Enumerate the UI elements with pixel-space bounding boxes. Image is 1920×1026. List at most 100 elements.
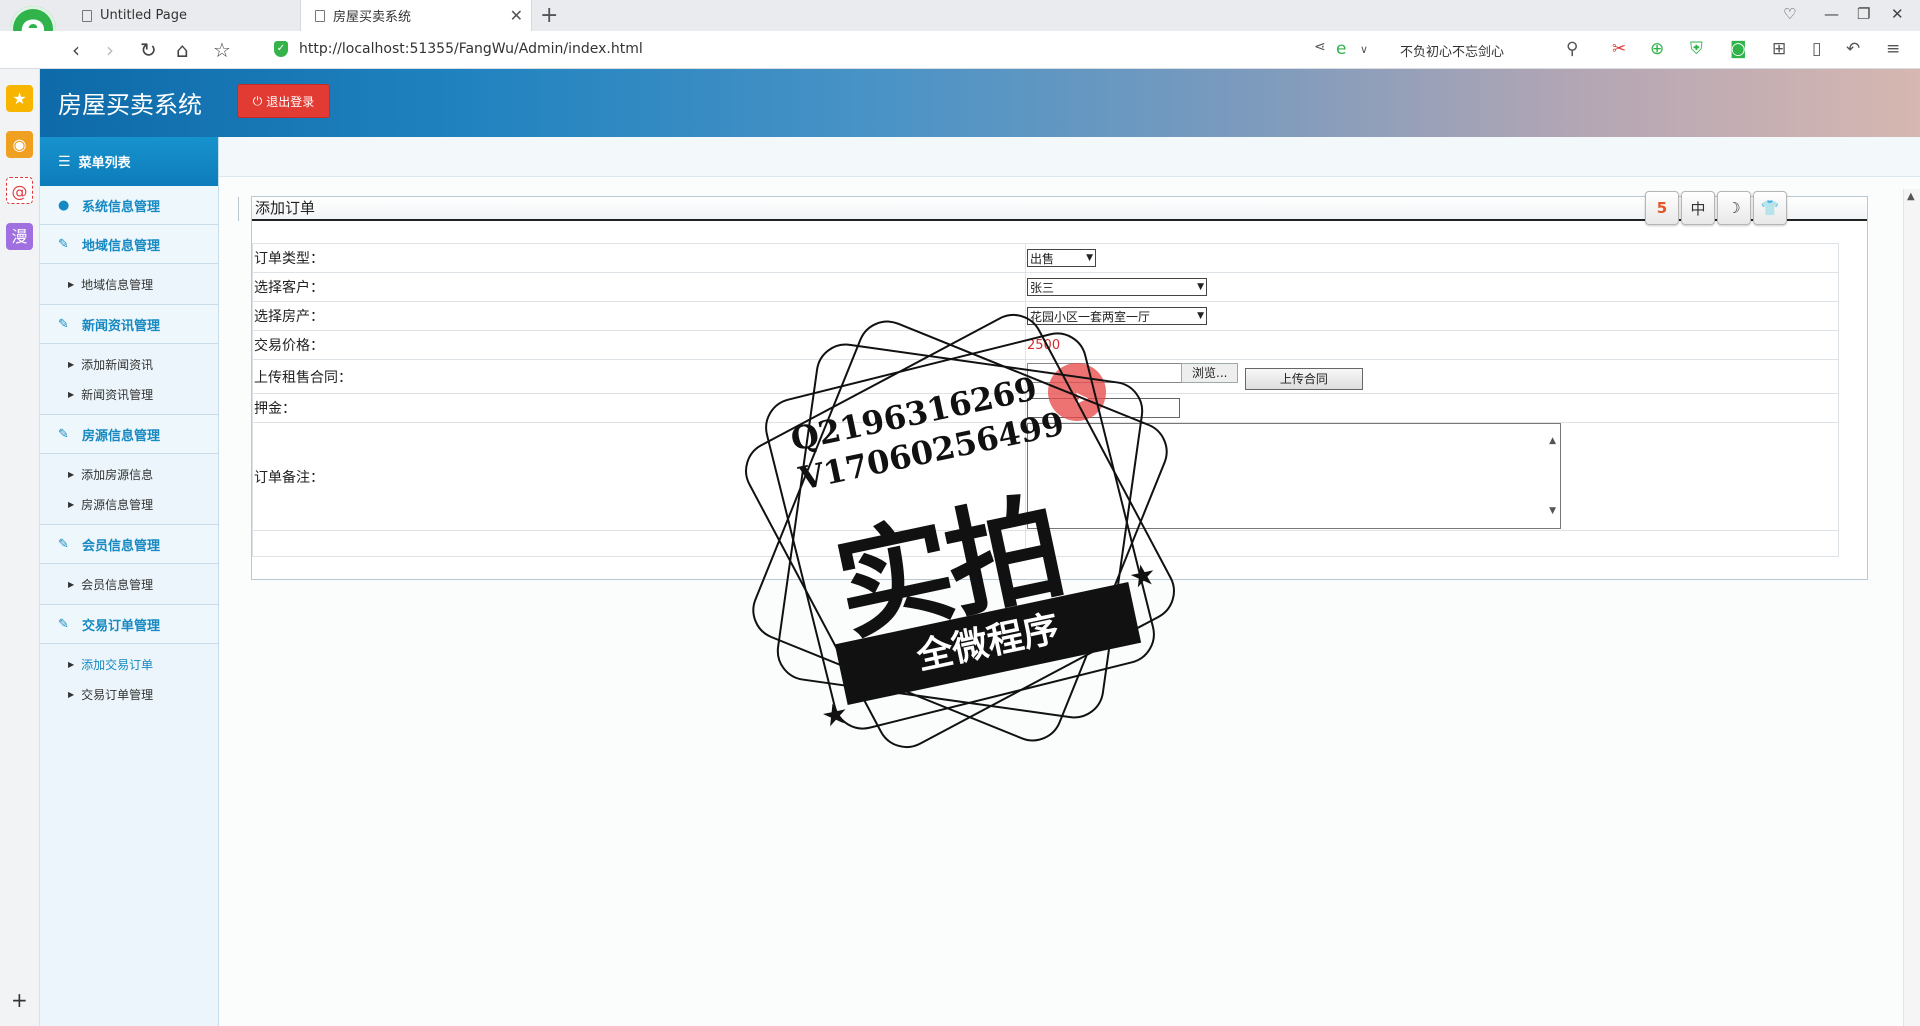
- sidebar-item-region-manage[interactable]: ▶ 地域信息管理: [40, 269, 218, 299]
- price-value: 2500: [1027, 338, 1061, 353]
- select-value: 花园小区一套两室一厅: [1030, 309, 1151, 324]
- form-row-property: 选择房产： 花园小区一套两室一厅 ▼: [252, 301, 1839, 331]
- tablet-icon[interactable]: ▯: [1812, 39, 1821, 59]
- group-label: 新闻资讯管理: [82, 318, 161, 334]
- caret-right-icon: ▶: [68, 389, 75, 399]
- price-label: 交易价格：: [252, 330, 1026, 360]
- url-text[interactable]: http://localhost:51355/FangWu/Admin/inde…: [299, 41, 643, 57]
- caret-right-icon: ▶: [68, 469, 75, 479]
- search-icon[interactable]: ⚲: [1566, 39, 1578, 59]
- submit-cell[interactable]: [1025, 530, 1839, 557]
- select-value: 出售: [1030, 251, 1055, 266]
- browser-tab-bar: Untitled Page 房屋买卖系统 ✕ + ♡ — ❐ ✕: [0, 0, 1920, 31]
- favorites-star-icon[interactable]: ★: [6, 85, 33, 112]
- sidebar-item-add-news[interactable]: ▶ 添加新闻资讯: [40, 349, 218, 379]
- menu-title: 菜单列表: [78, 156, 131, 171]
- vertical-scrollbar[interactable]: ▲: [1903, 189, 1920, 1026]
- shirt-icon[interactable]: 👕: [1753, 191, 1787, 225]
- submit-label-cell: [252, 530, 1026, 557]
- menu-header: ☰ 菜单列表: [40, 137, 218, 186]
- order-type-select[interactable]: 出售 ▼: [1027, 249, 1096, 267]
- chinese-input-icon[interactable]: 中: [1681, 191, 1715, 225]
- bookmark-star-icon[interactable]: ☆: [213, 38, 231, 62]
- scissors-icon[interactable]: ✂: [1612, 39, 1626, 59]
- undo-icon[interactable]: ↶: [1846, 39, 1860, 59]
- user-icon: ●: [58, 197, 70, 213]
- gamepad-icon[interactable]: ◙: [1730, 39, 1747, 59]
- sidebar-group-member[interactable]: ✎ 会员信息管理: [40, 525, 218, 564]
- tab-house-system[interactable]: 房屋买卖系统 ✕: [300, 0, 532, 31]
- comic-icon[interactable]: 漫: [6, 223, 33, 250]
- moon-icon[interactable]: ☽: [1717, 191, 1751, 225]
- sidebar-item-news-manage[interactable]: ▶ 新闻资讯管理: [40, 379, 218, 409]
- sidebar-item-add-order[interactable]: ▶ 添加交易订单: [40, 649, 218, 679]
- search-input[interactable]: 不负初心不忘剑心: [1400, 41, 1504, 60]
- scroll-down-icon[interactable]: ▼: [1549, 506, 1556, 516]
- group-label: 交易订单管理: [82, 618, 161, 634]
- sidebar-group-region[interactable]: ✎ 地域信息管理: [40, 225, 218, 264]
- panel-title: 添加订单: [238, 197, 1867, 221]
- new-tab-button[interactable]: +: [540, 3, 558, 28]
- close-tab-icon[interactable]: ✕: [510, 6, 523, 25]
- upload-contract-button[interactable]: 上传合同: [1244, 368, 1363, 390]
- scroll-up-icon[interactable]: ▲: [1549, 436, 1556, 446]
- sidebar-group-news[interactable]: ✎ 新闻资讯管理: [40, 305, 218, 344]
- sidebar-item-property-manage[interactable]: ▶ 房源信息管理: [40, 489, 218, 519]
- sidebar-item-member-manage[interactable]: ▶ 会员信息管理: [40, 569, 218, 599]
- chevron-down-icon: ▼: [1197, 282, 1204, 292]
- menu-icon[interactable]: ≡: [1886, 39, 1900, 59]
- sidebar-item-add-property[interactable]: ▶ 添加房源信息: [40, 459, 218, 489]
- order-form-table: 订单类型： 出售 ▼ 选择客户： 张三 ▼ 选择房产： 花园小区一套两室一厅 ▼…: [252, 243, 1839, 557]
- item-label: 会员信息管理: [81, 577, 154, 592]
- tab-untitled-page[interactable]: Untitled Page: [82, 0, 300, 31]
- form-row-deposit: 押金：: [252, 393, 1839, 423]
- scroll-up-icon[interactable]: ▲: [1907, 191, 1915, 202]
- item-label: 地域信息管理: [81, 277, 154, 292]
- customer-select[interactable]: 张三 ▼: [1027, 278, 1207, 296]
- mouse-cursor-icon: ➤: [1074, 388, 1090, 409]
- item-label: 添加新闻资讯: [81, 357, 154, 372]
- deposit-cell: [1025, 393, 1839, 423]
- sidebar-item-order-manage[interactable]: ▶ 交易订单管理: [40, 679, 218, 709]
- breadcrumb-bar: [219, 137, 1920, 177]
- property-label: 选择房产：: [252, 301, 1026, 331]
- caret-right-icon: ▶: [68, 689, 75, 699]
- sidebar-group-orders[interactable]: ✎ 交易订单管理: [40, 605, 218, 644]
- apps-grid-icon[interactable]: ⊞: [1772, 39, 1786, 59]
- page-icon: [315, 9, 325, 22]
- engine-icon[interactable]: e: [1336, 39, 1346, 59]
- caret-right-icon: ▶: [68, 499, 75, 509]
- restore-button[interactable]: ❐: [1857, 5, 1870, 23]
- back-icon[interactable]: ‹: [72, 38, 80, 62]
- group-label: 会员信息管理: [82, 538, 161, 554]
- share-icon[interactable]: ⋖: [1314, 39, 1326, 55]
- logout-button[interactable]: ⏻ 退出登录: [237, 84, 330, 118]
- chevron-down-icon[interactable]: ∨: [1360, 43, 1368, 56]
- forward-icon[interactable]: ›: [106, 38, 114, 62]
- select-value: 张三: [1030, 280, 1055, 295]
- form-row-order-type: 订单类型： 出售 ▼: [252, 243, 1839, 273]
- remark-label: 订单备注：: [252, 422, 1026, 531]
- property-select[interactable]: 花园小区一套两室一厅 ▼: [1027, 307, 1207, 325]
- app-header: 房屋买卖系统 ⏻ 退出登录: [40, 69, 1920, 137]
- sidebar-group-system[interactable]: ● 系统信息管理: [40, 186, 218, 225]
- edit-icon: ✎: [58, 236, 69, 252]
- extension-icon[interactable]: ⊕: [1650, 39, 1664, 59]
- minimize-button[interactable]: —: [1824, 5, 1839, 23]
- add-icon[interactable]: +: [11, 988, 28, 1012]
- page-icon: [82, 9, 92, 22]
- remark-textarea[interactable]: ▲ ▼: [1027, 423, 1561, 529]
- shield-icon[interactable]: ⛨: [1690, 39, 1703, 59]
- shirt-icon[interactable]: ♡: [1783, 5, 1796, 23]
- home-icon[interactable]: ⌂: [176, 38, 189, 62]
- html5-icon[interactable]: 5: [1645, 191, 1679, 225]
- form-row-price: 交易价格： 2500: [252, 330, 1839, 360]
- item-label: 交易订单管理: [81, 687, 154, 702]
- close-window-button[interactable]: ✕: [1891, 5, 1904, 23]
- weibo-icon[interactable]: ◉: [6, 131, 33, 158]
- app-sidebar: ☰ 菜单列表 ● 系统信息管理 ✎ 地域信息管理 ▶ 地域信息管理 ✎ 新闻资讯管…: [40, 137, 219, 1026]
- refresh-icon[interactable]: ↻: [140, 38, 157, 62]
- browse-button[interactable]: 浏览...: [1181, 363, 1239, 383]
- mail-icon[interactable]: @: [6, 177, 33, 204]
- sidebar-group-property[interactable]: ✎ 房源信息管理: [40, 415, 218, 454]
